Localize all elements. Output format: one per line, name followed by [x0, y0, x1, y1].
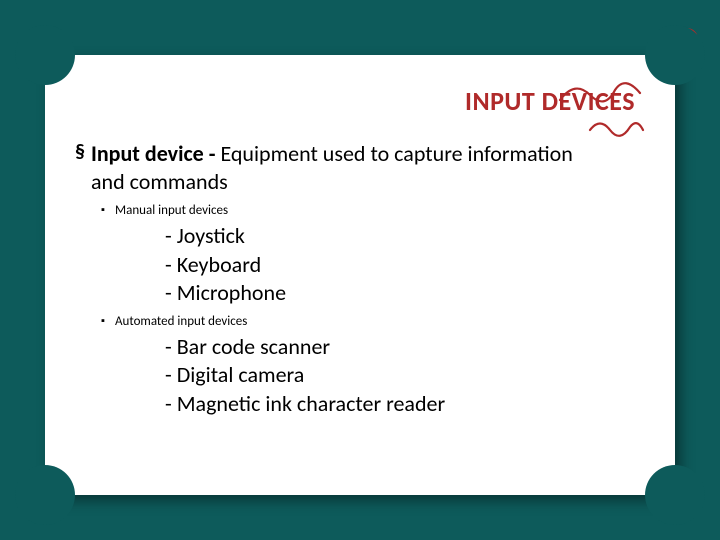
list-item: Joystick [165, 222, 645, 251]
slide-content: Input device - Equipment used to capture… [75, 140, 645, 425]
corner-notch [645, 465, 705, 525]
section-heading: Manual input devices [75, 203, 645, 218]
list-item: Microphone [165, 279, 645, 308]
list-item: Magnetic ink character reader [165, 390, 645, 419]
list-item: Digital camera [165, 361, 645, 390]
list-item: Keyboard [165, 251, 645, 280]
section-list: Bar code scanner Digital camera Magnetic… [75, 333, 645, 419]
section-list: Joystick Keyboard Microphone [75, 222, 645, 308]
definition-line: Input device - Equipment used to capture… [75, 140, 595, 195]
slide-card: INPUT DEVICES Input device - Equipment u… [45, 55, 675, 495]
definition-term: Input device - [91, 140, 220, 167]
corner-notch [645, 25, 705, 85]
corner-notch [15, 465, 75, 525]
list-item: Bar code scanner [165, 333, 645, 362]
corner-notch [15, 25, 75, 85]
slide-title: INPUT DEVICES [465, 85, 635, 117]
section-heading: Automated input devices [75, 314, 645, 329]
